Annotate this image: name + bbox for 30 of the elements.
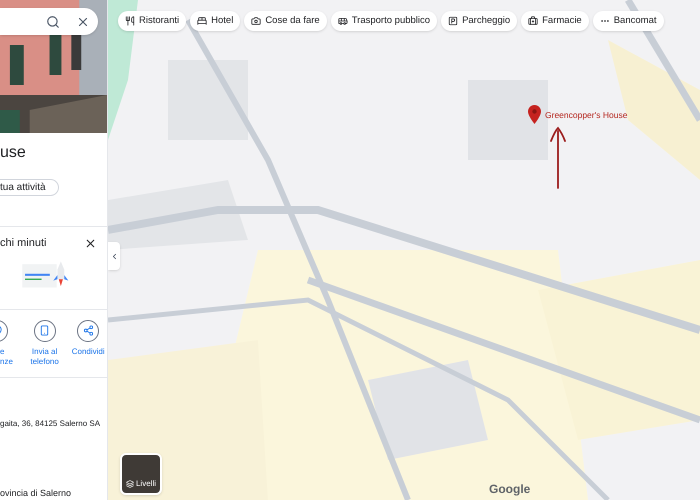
action-button[interactable]: Condividi <box>69 320 108 366</box>
parking-icon <box>448 16 458 26</box>
utensils-icon <box>125 16 135 26</box>
bus-icon <box>338 16 348 26</box>
place-title: use <box>0 143 27 163</box>
layers-icon <box>126 480 134 488</box>
phone-icon <box>39 325 50 336</box>
location-pin-icon <box>528 105 541 124</box>
share-icon <box>82 325 94 336</box>
filter-chip[interactable]: Cose da fare <box>244 11 327 31</box>
camera-icon <box>251 16 262 26</box>
promo-title: chi minuti <box>0 236 46 251</box>
filter-chip[interactable]: Ristoranti <box>118 11 186 31</box>
region-text: ovincia di Salerno <box>0 486 72 500</box>
address-text: gaita, 36, 84125 Salerno SA <box>0 418 102 430</box>
filter-chip[interactable]: Bancomat <box>592 11 664 31</box>
filter-chip[interactable]: Hotel <box>190 11 240 31</box>
medical-case-icon <box>528 16 538 26</box>
action-button[interactable]: e nze <box>0 320 20 366</box>
close-icon[interactable] <box>84 236 97 250</box>
filter-chip[interactable]: Trasporto pubblico <box>330 11 438 31</box>
arrow-drawing <box>549 125 567 190</box>
action-button[interactable]: Invia al telefono <box>26 320 64 366</box>
marker-label: Greencopper's House <box>545 109 628 122</box>
bed-icon <box>197 16 208 26</box>
filter-chip[interactable]: Parcheggio <box>441 11 518 31</box>
google-logo: Google <box>489 481 530 498</box>
filter-chip[interactable]: Farmacie <box>521 11 589 31</box>
layers-button[interactable]: Livelli <box>120 453 162 495</box>
claim-business-button[interactable]: tua attività <box>0 179 59 196</box>
